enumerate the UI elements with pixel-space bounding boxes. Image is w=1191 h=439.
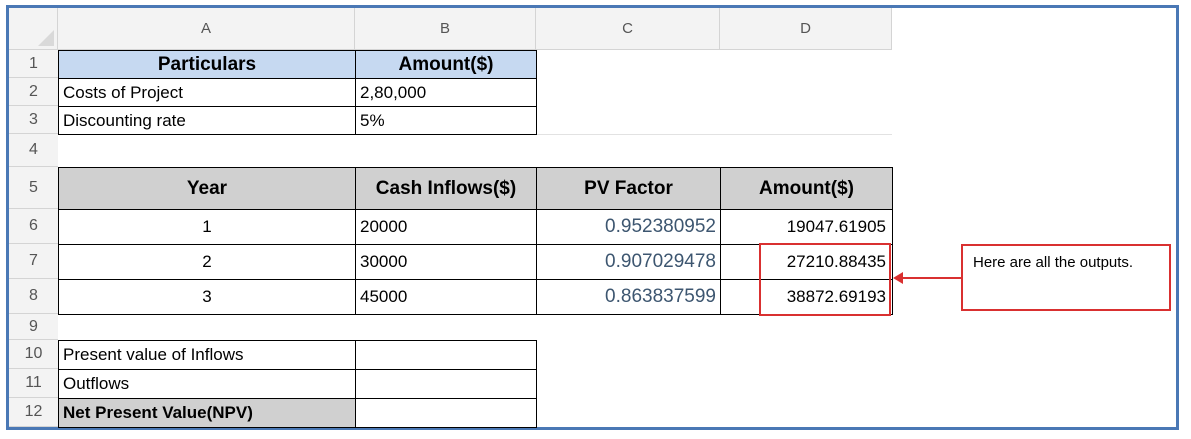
cell-b8[interactable]: 45000 bbox=[355, 279, 537, 315]
cell-a1-particulars[interactable]: Particulars bbox=[58, 50, 356, 79]
select-all-corner[interactable] bbox=[9, 8, 58, 50]
cell-a8[interactable]: 3 bbox=[58, 279, 356, 315]
cell-b12[interactable] bbox=[355, 398, 537, 428]
cell-c5-pv-factor[interactable]: PV Factor bbox=[536, 167, 721, 210]
row-header-4[interactable]: 4 bbox=[9, 134, 58, 167]
output-highlight-box bbox=[759, 243, 891, 316]
cell-a2[interactable]: Costs of Project bbox=[58, 78, 356, 107]
column-header-d[interactable]: D bbox=[720, 8, 892, 50]
row-header-10[interactable]: 10 bbox=[9, 340, 58, 369]
cell-b7[interactable]: 30000 bbox=[355, 244, 537, 280]
cell-b3[interactable]: 5% bbox=[355, 106, 537, 135]
row-header-11[interactable]: 11 bbox=[9, 369, 58, 398]
row-header-5[interactable]: 5 bbox=[9, 167, 58, 209]
cell-b10[interactable] bbox=[355, 340, 537, 370]
cell-d6[interactable]: 19047.61905 bbox=[720, 209, 893, 245]
row-header-6[interactable]: 6 bbox=[9, 209, 58, 244]
row-header-2[interactable]: 2 bbox=[9, 78, 58, 106]
cell-a3[interactable]: Discounting rate bbox=[58, 106, 356, 135]
row-header-3[interactable]: 3 bbox=[9, 106, 58, 134]
arrow-left-icon bbox=[893, 272, 963, 284]
row-header-9[interactable]: 9 bbox=[9, 314, 58, 340]
cell-a6[interactable]: 1 bbox=[58, 209, 356, 245]
cell-b11[interactable] bbox=[355, 369, 537, 399]
column-header-c[interactable]: C bbox=[536, 8, 720, 50]
column-header-b[interactable]: B bbox=[355, 8, 536, 50]
cell-b6[interactable]: 20000 bbox=[355, 209, 537, 245]
row-header-7[interactable]: 7 bbox=[9, 244, 58, 279]
cell-d5-amount[interactable]: Amount($) bbox=[720, 167, 893, 210]
screenshot-frame: A B C D 1 2 3 4 5 6 7 8 9 10 11 12 Parti… bbox=[6, 5, 1179, 430]
column-header-a[interactable]: A bbox=[58, 8, 355, 50]
row-header-12[interactable]: 12 bbox=[9, 398, 58, 427]
cell-c6[interactable]: 0.952380952 bbox=[536, 209, 721, 245]
cell-a11[interactable]: Outflows bbox=[58, 369, 356, 399]
row-header-8[interactable]: 8 bbox=[9, 279, 58, 314]
cell-a12-npv[interactable]: Net Present Value(NPV) bbox=[58, 398, 356, 428]
cell-c7[interactable]: 0.907029478 bbox=[536, 244, 721, 280]
callout-note: Here are all the outputs. bbox=[961, 244, 1171, 311]
cell-a10[interactable]: Present value of Inflows bbox=[58, 340, 356, 370]
cell-c8[interactable]: 0.863837599 bbox=[536, 279, 721, 315]
cell-b2[interactable]: 2,80,000 bbox=[355, 78, 537, 107]
cell-a7[interactable]: 2 bbox=[58, 244, 356, 280]
row-header-1[interactable]: 1 bbox=[9, 50, 58, 78]
cell-a5-year[interactable]: Year bbox=[58, 167, 356, 210]
cell-b1-amount[interactable]: Amount($) bbox=[355, 50, 537, 79]
cell-b5-cash-inflows[interactable]: Cash Inflows($) bbox=[355, 167, 537, 210]
